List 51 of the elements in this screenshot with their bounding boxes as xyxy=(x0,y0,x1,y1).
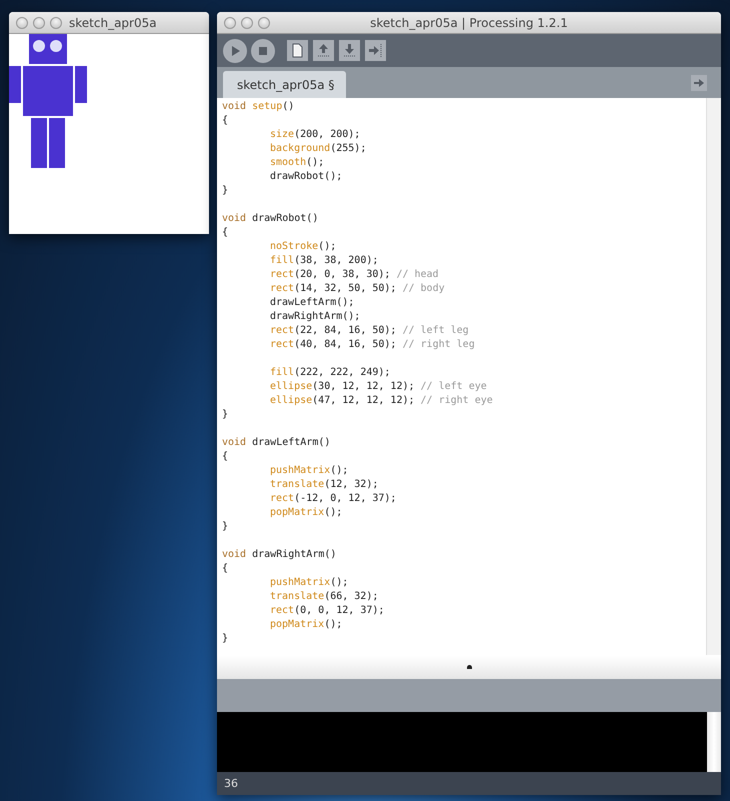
code-line: } xyxy=(222,632,228,646)
code-line: rect(14, 32, 50, 50); // body xyxy=(270,282,445,296)
window-title: sketch_apr05a | Processing 1.2.1 xyxy=(369,16,569,30)
stop-button[interactable] xyxy=(251,38,275,62)
window-title: sketch_apr05a xyxy=(69,16,158,30)
minimize-button[interactable] xyxy=(33,16,45,28)
code-line: rect(40, 84, 16, 50); // right leg xyxy=(270,338,475,352)
code-line: void drawRightArm() xyxy=(222,548,336,562)
line-number: 36 xyxy=(224,777,238,790)
run-button[interactable] xyxy=(223,38,247,62)
code-line: popMatrix(); xyxy=(270,618,342,632)
code-line: } xyxy=(222,520,228,534)
arrow-right-icon[interactable] xyxy=(691,74,707,90)
code-line: rect(20, 0, 38, 30); // head xyxy=(270,268,439,282)
sketch-tab[interactable]: sketch_apr05a § xyxy=(223,71,346,98)
code-line: void drawRobot() xyxy=(222,212,318,226)
zoom-button[interactable] xyxy=(258,16,270,28)
new-file-icon[interactable] xyxy=(287,40,308,61)
code-line: popMatrix(); xyxy=(270,506,342,520)
code-line: rect(-12, 0, 12, 37); xyxy=(270,492,396,506)
code-line: rect(0, 0, 12, 37); xyxy=(270,604,384,618)
close-button[interactable] xyxy=(224,16,236,28)
code-line: background(255); xyxy=(270,142,366,156)
minimize-button[interactable] xyxy=(241,16,253,28)
code-line: pushMatrix(); xyxy=(270,576,348,590)
code-line: drawRightArm(); xyxy=(270,310,360,324)
code-line: fill(38, 38, 200); xyxy=(270,254,378,268)
code-line: noStroke(); xyxy=(270,240,336,254)
code-line: smooth(); xyxy=(270,156,324,170)
code-line: void drawLeftArm() xyxy=(222,436,330,450)
close-button[interactable] xyxy=(16,16,28,28)
code-line: size(200, 200); xyxy=(270,128,360,142)
code-line: { xyxy=(222,226,228,240)
code-line: ellipse(47, 12, 12, 12); // right eye xyxy=(270,394,493,408)
code-line: { xyxy=(222,114,228,128)
code-line: pushMatrix(); xyxy=(270,464,348,478)
code-line: drawRobot(); xyxy=(270,170,342,184)
code-line: { xyxy=(222,562,228,576)
code-line: rect(22, 84, 16, 50); // left leg xyxy=(270,324,469,338)
code-line: ellipse(30, 12, 12, 12); // left eye xyxy=(270,380,487,394)
code-line: fill(222, 222, 249); xyxy=(270,366,390,380)
code-line: drawLeftArm(); xyxy=(270,296,354,310)
scrollbar xyxy=(707,712,721,772)
zoom-button[interactable] xyxy=(50,16,62,28)
grip-icon[interactable] xyxy=(466,665,472,669)
code-line: { xyxy=(222,450,228,464)
code-line: translate(66, 32); xyxy=(270,590,378,604)
code-line: } xyxy=(222,184,228,198)
code-line: translate(12, 32); xyxy=(270,478,378,492)
code-line: void setup() xyxy=(222,100,294,114)
code-line: } xyxy=(222,408,228,422)
